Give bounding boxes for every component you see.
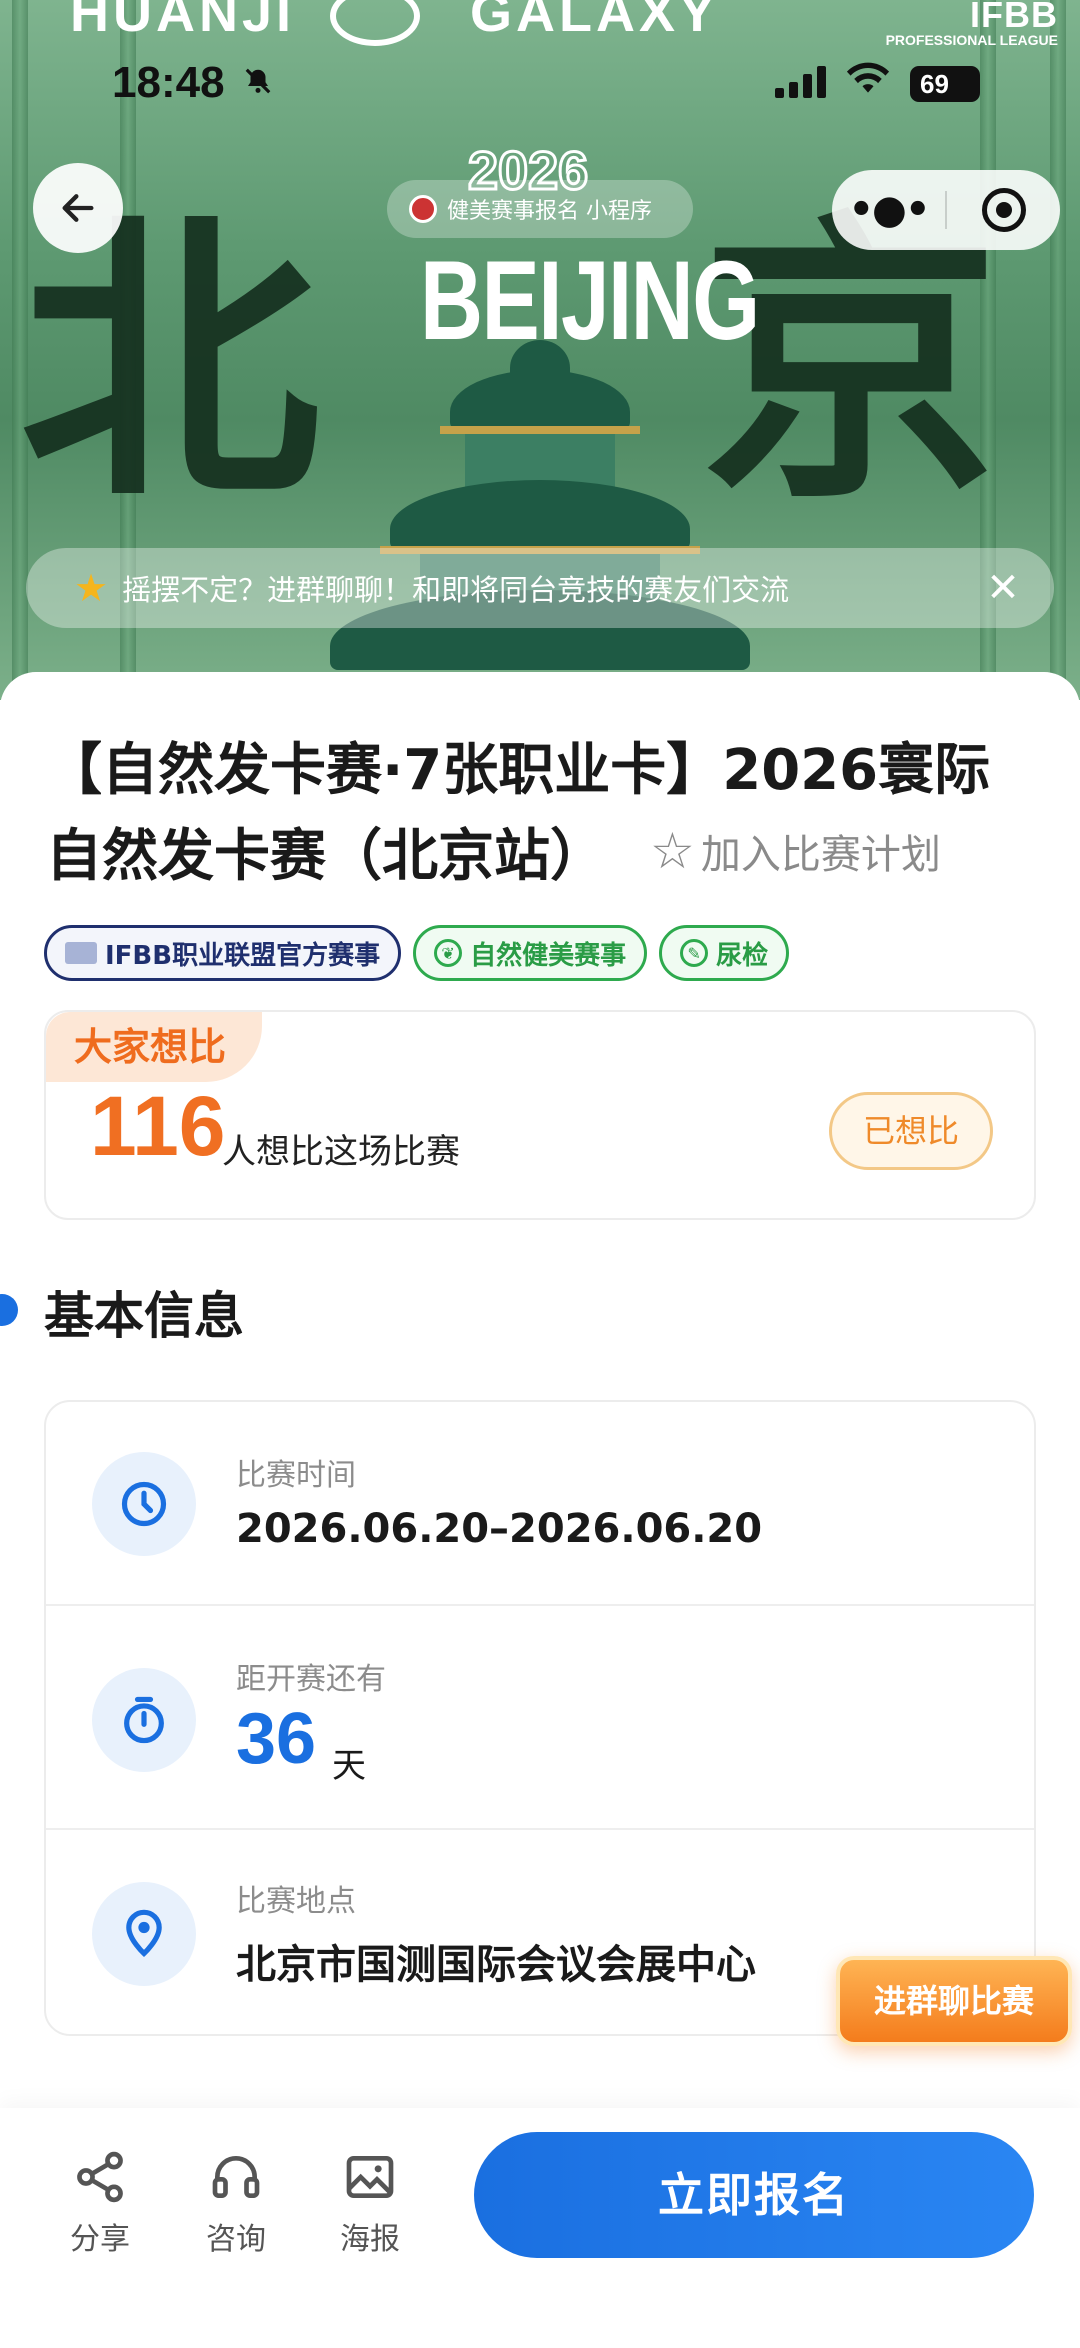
clock-icon [92,1452,196,1556]
poster-label: 海报 [340,2222,400,2257]
venue-label: 比赛地点 [236,1884,356,1919]
section-marker [0,1294,18,1326]
status-bar: 18:48 69 [0,58,1080,118]
time-label: 比赛时间 [236,1458,356,1493]
signal-icon [775,66,827,98]
back-arrow-icon [62,194,94,222]
mini-program-capsule: •●• [832,170,1060,250]
notice-text: 摇摆不定？进群聊聊！和即将同台竞技的赛友们交流 [122,573,790,607]
test-tube-icon: ✎ [680,939,709,967]
star-icon: ★ [74,566,109,610]
more-dots-icon[interactable]: •●• [832,187,945,233]
mini-program-logo-icon [409,195,437,223]
interest-tab: 大家想比 [46,1012,262,1082]
ifbb-logo-subtext: PROFESSIONAL LEAGUE [885,32,1058,48]
wifi-icon [846,60,890,104]
close-icon[interactable]: ✕ [968,565,1038,611]
section-title: 基本信息 [44,1287,244,1345]
headset-icon [186,2144,286,2210]
tag-natural: ❦ 自然健美赛事 [413,925,648,981]
bell-slash-icon [243,66,273,104]
share-icon [50,2144,150,2210]
mini-program-badge: 健美赛事报名 小程序 [387,180,693,238]
consult-label: 咨询 [206,2222,266,2257]
register-now-button[interactable]: 立即报名 [474,2132,1034,2258]
join-chat-button[interactable]: 进群聊比赛 [836,1956,1072,2046]
tag-label: IFBB职业联盟官方赛事 [105,940,381,971]
content-sheet: 【自然发卡赛·7张职业卡】2026寰际自然发卡赛（北京站） ☆ 加入比赛计划 I… [0,672,1080,2112]
countdown-days: 36 [236,1699,317,1779]
info-row-time: 比赛时间 2026.06.20–2026.06.20 [46,1402,1034,1606]
back-button[interactable] [33,163,123,253]
ifbb-logo: IFBB PROFESSIONAL LEAGUE [886,0,1058,48]
ifbb-logo-text: IFBB [970,0,1058,35]
battery-icon: 69 [910,66,980,102]
tag-ifbb-official: IFBB职业联盟官方赛事 [44,925,402,981]
tag-label: 尿检 [716,940,769,971]
basic-info-card: 比赛时间 2026.06.20–2026.06.20 距开赛还有 36 天 比赛… [44,1400,1036,2036]
tag-list: IFBB职业联盟官方赛事 ❦ 自然健美赛事 ✎ 尿检 [44,925,790,981]
hero-banner: 北 京 HUANJI GALAXY IFBB PROFESSIONAL LEAG… [0,0,1080,700]
tag-label: 自然健美赛事 [470,940,627,971]
interest-text: 人想比这场比赛 [222,1132,460,1172]
ifbb-badge-icon [65,942,97,964]
mini-program-label: 健美赛事报名 小程序 [447,199,652,224]
star-outline-icon: ☆ [650,822,695,880]
add-to-plan-label: 加入比赛计划 [700,832,941,878]
already-want-button[interactable]: 已想比 [829,1092,993,1170]
brand-right-text: GALAXY [470,0,720,43]
location-pin-icon [92,1882,196,1986]
interest-count: 116 [90,1079,226,1173]
time-value: 2026.06.20–2026.06.20 [236,1506,763,1552]
add-to-plan-button[interactable]: ☆ 加入比赛计划 [650,822,941,880]
info-row-countdown: 距开赛还有 36 天 [46,1606,1034,1830]
timer-icon [92,1668,196,1772]
share-button[interactable]: 分享 [50,2144,150,2258]
leaf-icon: ❦ [434,939,463,967]
brand-logo-icon [330,0,420,46]
bottom-action-bar: 分享 咨询 海报 立即报名 [0,2108,1080,2348]
interest-card: 大家想比 116 人想比这场比赛 已想比 [44,1010,1036,1220]
countdown-label: 距开赛还有 [236,1662,386,1697]
tag-drug-test: ✎ 尿检 [659,925,790,981]
poster-button[interactable]: 海报 [320,2144,420,2258]
brand-left-text: HUANJI [70,0,296,43]
share-label: 分享 [70,2222,130,2257]
group-chat-notice[interactable]: ★ 摇摆不定？进群聊聊！和即将同台竞技的赛友们交流 ✕ [26,548,1054,628]
status-time: 18:48 [112,58,225,107]
countdown-unit: 天 [332,1746,366,1786]
consult-button[interactable]: 咨询 [186,2144,286,2258]
image-icon [320,2144,420,2210]
venue-value: 北京市国测国际会议会展中心 [236,1942,756,1988]
close-circle-icon[interactable] [947,188,1060,232]
